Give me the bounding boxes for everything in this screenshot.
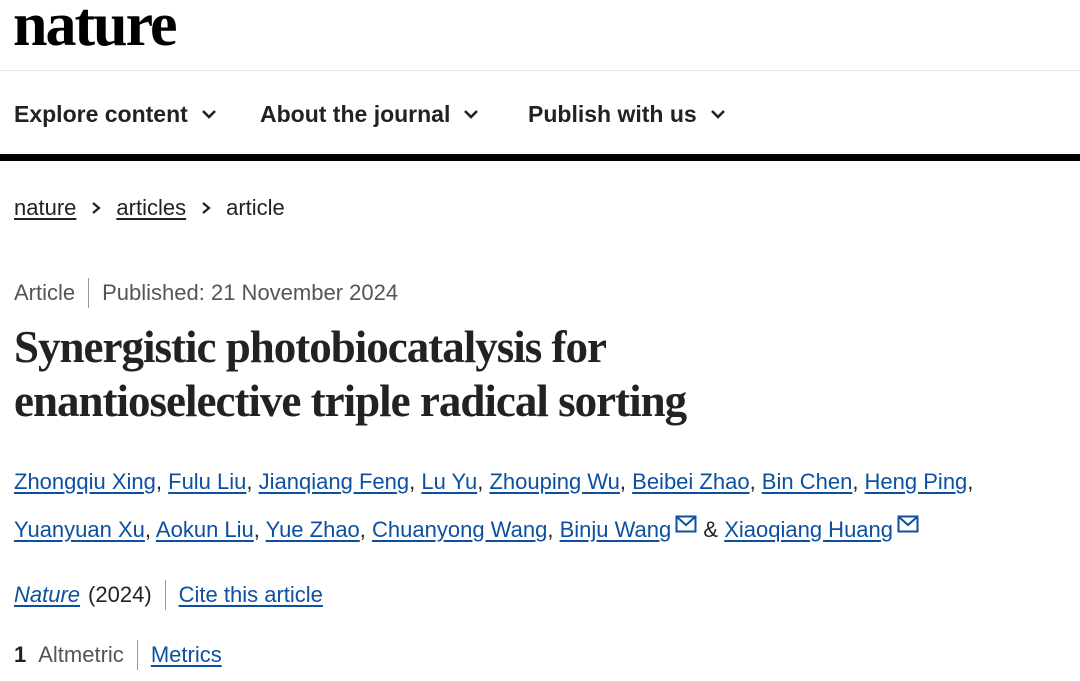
article-meta: Article Published: 21 November 2024: [14, 278, 398, 308]
author-link[interactable]: Bin Chen: [762, 469, 853, 494]
author-link[interactable]: Lu Yu: [421, 469, 477, 494]
author-link[interactable]: Zhouping Wu: [489, 469, 619, 494]
altmetric-count: 1: [14, 642, 27, 667]
nav-explore-content[interactable]: Explore content: [14, 99, 218, 129]
article-title: Synergistic photobiocatalysis for enanti…: [14, 320, 1014, 428]
article-type: Article: [14, 280, 76, 305]
site-header: nature: [0, 0, 1080, 71]
author-link[interactable]: Yuanyuan Xu: [14, 517, 145, 542]
nav-publish-with-us[interactable]: Publish with us: [528, 99, 727, 129]
author-conjunction: &: [703, 517, 719, 542]
author-link[interactable]: Fulu Liu: [168, 469, 246, 494]
nature-logo[interactable]: nature: [13, 0, 178, 56]
main-nav: Explore content About the journal Publis…: [0, 71, 1080, 161]
breadcrumb-current: article: [226, 195, 285, 220]
nav-item-label: About the journal: [260, 100, 451, 127]
publish-date: Published: 21 November 2024: [102, 280, 399, 305]
nav-item-label: Explore content: [14, 100, 188, 127]
divider: [164, 580, 166, 610]
breadcrumb-articles[interactable]: articles: [116, 195, 186, 221]
author-link[interactable]: Yue Zhao: [266, 517, 360, 542]
chevron-down-icon: [201, 110, 216, 119]
publication-year: (2024): [88, 582, 152, 607]
author-link[interactable]: Zhongqiu Xing: [14, 469, 156, 494]
breadcrumb: nature articles article: [14, 194, 285, 222]
citation-row: Nature (2024) Cite this article: [14, 578, 323, 612]
mail-icon[interactable]: [897, 515, 919, 533]
author-link[interactable]: Jianqiang Feng: [259, 469, 409, 494]
chevron-down-icon: [464, 110, 479, 119]
breadcrumb-nature[interactable]: nature: [14, 195, 76, 221]
author-line-1: Zhongqiu Xing, Fulu Liu, Jianqiang Feng,…: [14, 469, 974, 494]
chevron-right-icon: [202, 202, 211, 214]
altmetric-label: Altmetric: [38, 642, 124, 667]
nav-item-label: Publish with us: [528, 100, 697, 127]
divider: [136, 640, 138, 670]
author-link[interactable]: Heng Ping: [865, 469, 968, 494]
author-link[interactable]: Chuanyong Wang: [372, 517, 547, 542]
chevron-down-icon: [710, 110, 725, 119]
cite-article-link[interactable]: Cite this article: [179, 582, 323, 608]
author-line-2: Yuanyuan Xu, Aokun Liu, Yue Zhao, Chuany…: [14, 506, 1074, 554]
title-line-2: enantioselective triple radical sorting: [14, 376, 687, 426]
nav-about-journal[interactable]: About the journal: [260, 99, 480, 129]
author-link[interactable]: Xiaoqiang Huang: [724, 517, 893, 542]
author-link[interactable]: Beibei Zhao: [632, 469, 749, 494]
journal-link[interactable]: Nature: [14, 582, 80, 608]
metrics-link[interactable]: Metrics: [151, 642, 222, 668]
chevron-right-icon: [92, 202, 102, 214]
divider: [88, 278, 90, 308]
title-line-1: Synergistic photobiocatalysis for: [14, 322, 607, 372]
author-list: Zhongqiu Xing, Fulu Liu, Jianqiang Feng,…: [14, 458, 1074, 554]
mail-icon[interactable]: [675, 515, 697, 533]
author-link[interactable]: Aokun Liu: [156, 517, 254, 542]
author-link[interactable]: Binju Wang: [560, 517, 672, 542]
metrics-row: 1 Altmetric Metrics: [14, 638, 222, 672]
